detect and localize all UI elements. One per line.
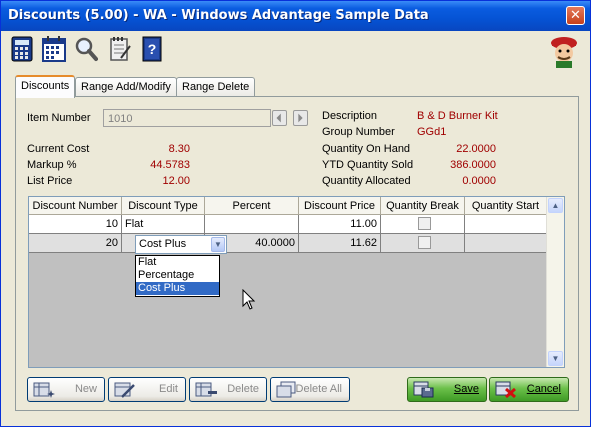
qty-on-hand-label: Quantity On Hand [322, 143, 411, 155]
quantity-start-cell[interactable] [465, 234, 547, 253]
quantity-start-cell[interactable] [465, 215, 547, 234]
close-button[interactable]: ✕ [566, 6, 585, 25]
window-title: Discounts (5.00) - WA - Windows Advantag… [8, 8, 429, 23]
next-item-button[interactable] [293, 110, 308, 126]
save-button-label: Save [453, 383, 479, 395]
combobox-value: Cost Plus [139, 238, 187, 250]
discounts-grid: Discount Number Discount Type Percent Di… [28, 196, 565, 368]
list-price-value: 12.00 [162, 175, 190, 187]
dropdown-option-flat[interactable]: Flat [136, 256, 219, 269]
cancel-record-icon [495, 381, 516, 398]
description-label: Description [322, 110, 378, 122]
discount-type-combobox[interactable]: Cost Plus ▼ [135, 235, 227, 254]
delete-button[interactable]: Delete [189, 377, 267, 402]
discount-type-cell[interactable]: Flat [122, 215, 205, 234]
dropdown-option-percentage[interactable]: Percentage [136, 269, 219, 282]
discounts-panel: Item Number 1010 Description B & D Burne… [15, 96, 579, 411]
quantity-break-checkbox[interactable] [418, 217, 431, 230]
ytd-qty-value: 386.0000 [450, 159, 496, 171]
save-record-icon [413, 381, 434, 398]
col-header-percent[interactable]: Percent [205, 197, 299, 215]
edit-record-icon [114, 382, 135, 398]
tab-discounts[interactable]: Discounts [15, 75, 76, 98]
list-price-label: List Price [27, 175, 73, 187]
discount-price-cell[interactable]: 11.00 [299, 215, 381, 234]
discount-type-dropdown-list: Flat Percentage Cost Plus [135, 255, 220, 297]
mascot-icon [544, 34, 584, 68]
cancel-button-label: Cancel [526, 383, 561, 395]
col-header-quantity-start[interactable]: Quantity Start [465, 197, 547, 215]
notepad-icon[interactable] [108, 36, 132, 62]
mouse-pointer-icon [242, 289, 256, 310]
col-header-quantity-break[interactable]: Quantity Break [381, 197, 465, 215]
title-bar[interactable]: Discounts (5.00) - WA - Windows Advantag… [1, 1, 590, 31]
col-header-discount-number[interactable]: Discount Number [29, 197, 122, 215]
cancel-button[interactable]: Cancel [489, 377, 569, 402]
col-header-discount-price[interactable]: Discount Price [299, 197, 381, 215]
current-cost-label: Current Cost [27, 143, 90, 155]
percent-cell[interactable] [205, 215, 299, 234]
edit-button[interactable]: Edit [108, 377, 186, 402]
delete-button-label: Delete [227, 383, 259, 395]
new-button[interactable]: New [27, 377, 105, 402]
quantity-break-checkbox[interactable] [418, 236, 431, 249]
previous-item-button[interactable] [272, 110, 287, 126]
magnifier-icon[interactable] [74, 36, 98, 62]
item-number-label: Item Number [27, 112, 91, 124]
new-button-label: New [74, 383, 97, 395]
chevron-down-icon[interactable]: ▼ [211, 237, 225, 252]
ytd-qty-label: YTD Quantity Sold [322, 159, 414, 171]
discount-number-cell[interactable]: 20 [29, 234, 122, 253]
group-number-label: Group Number [322, 126, 395, 138]
qty-on-hand-value: 22.0000 [456, 143, 496, 155]
discount-number-cell[interactable]: 10 [29, 215, 122, 234]
tab-range-delete[interactable]: Range Delete [176, 77, 256, 96]
help-book-icon[interactable]: ? [140, 36, 164, 62]
description-value: B & D Burner Kit [417, 110, 498, 122]
markup-value: 44.5783 [150, 159, 190, 171]
save-button[interactable]: Save [407, 377, 487, 402]
col-header-discount-type[interactable]: Discount Type [122, 197, 205, 215]
group-number-value: GGd1 [417, 126, 447, 138]
delete-all-button-label: Delete All [295, 383, 342, 395]
scroll-down-icon[interactable]: ▼ [548, 351, 563, 366]
delete-all-button[interactable]: Delete All [270, 377, 350, 402]
markup-label: Markup % [27, 159, 77, 171]
scroll-up-icon[interactable]: ▲ [548, 198, 563, 213]
current-cost-value: 8.30 [168, 143, 190, 155]
discounts-window: Discounts (5.00) - WA - Windows Advantag… [0, 0, 591, 427]
edit-button-label: Edit [159, 383, 178, 395]
grid-vertical-scrollbar[interactable]: ▲ ▼ [546, 197, 564, 367]
qty-allocated-value: 0.0000 [462, 175, 496, 187]
delete-record-icon [195, 382, 217, 397]
calculator-icon[interactable] [10, 36, 34, 62]
dropdown-option-cost-plus[interactable]: Cost Plus [136, 282, 219, 295]
item-number-field[interactable]: 1010 [103, 109, 271, 127]
new-record-icon [33, 382, 55, 398]
discount-price-cell[interactable]: 11.62 [299, 234, 381, 253]
qty-allocated-label: Quantity Allocated [322, 175, 411, 187]
tab-range-add-modify[interactable]: Range Add/Modify [75, 77, 177, 96]
toolbar: ? [1, 31, 590, 69]
svg-text:?: ? [148, 41, 157, 57]
calendar-icon[interactable] [42, 36, 66, 62]
